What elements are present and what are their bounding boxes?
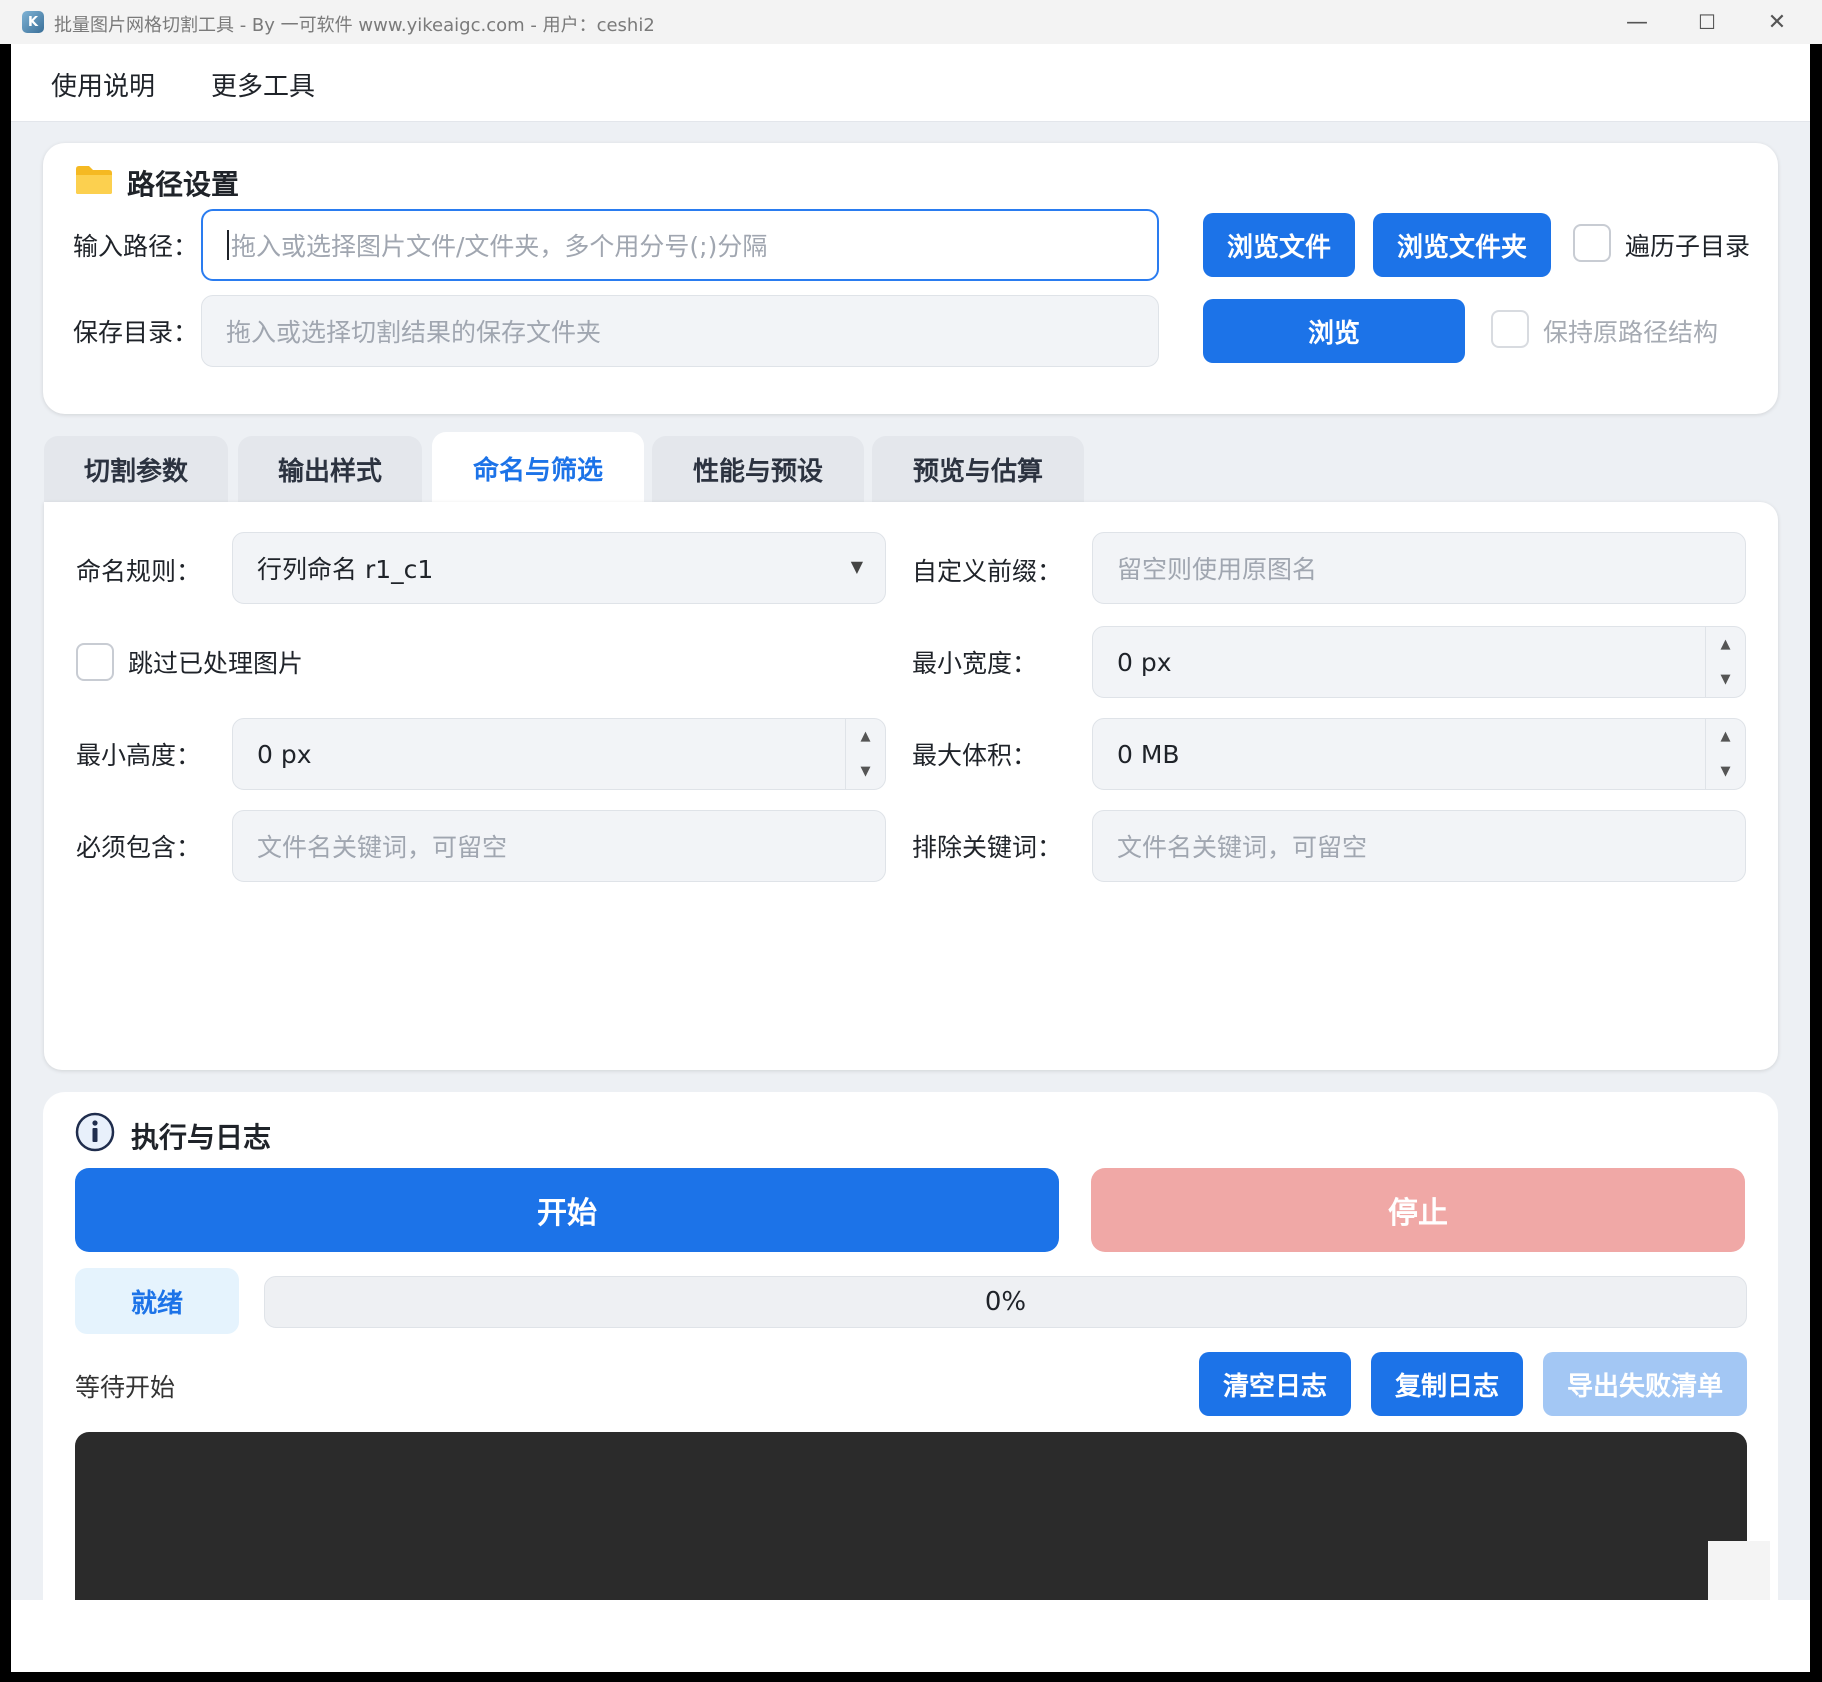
min-width-label: 最小宽度： bbox=[912, 649, 1038, 678]
folder-icon bbox=[76, 166, 112, 194]
export-failed-button[interactable]: 导出失败清单 bbox=[1543, 1352, 1747, 1416]
min-height-value: 0 px bbox=[257, 739, 312, 769]
step-down-icon[interactable]: ▼ bbox=[861, 764, 871, 779]
path-settings-card: 路径设置 输入路径： 拖入或选择图片文件/文件夹，多个用分号(;)分隔 浏览文件… bbox=[43, 143, 1778, 414]
step-up-icon[interactable]: ▲ bbox=[1721, 637, 1731, 652]
copy-log-button[interactable]: 复制日志 bbox=[1371, 1352, 1523, 1416]
step-up-icon[interactable]: ▲ bbox=[1721, 729, 1731, 744]
recurse-subdirs-checkbox[interactable] bbox=[1573, 224, 1611, 262]
prefix-field[interactable]: 留空则使用原图名 bbox=[1092, 532, 1746, 604]
info-icon bbox=[75, 1112, 115, 1152]
naming-rule-select[interactable]: 行列命名 r1_c1 ▼ bbox=[232, 532, 886, 604]
include-field[interactable]: 文件名关键词，可留空 bbox=[232, 810, 886, 882]
include-label: 必须包含： bbox=[76, 833, 202, 862]
naming-filter-panel: 命名规则： 行列命名 r1_c1 ▼ 自定义前缀： 留空则使用原图名 跳过已处理… bbox=[44, 502, 1778, 1070]
min-height-stepper[interactable]: ▲ ▼ bbox=[845, 719, 885, 789]
close-button[interactable]: ✕ bbox=[1742, 0, 1812, 44]
tab-preview-estimate[interactable]: 预览与估算 bbox=[872, 436, 1084, 502]
exclude-placeholder: 文件名关键词，可留空 bbox=[1117, 833, 1368, 862]
stop-button[interactable]: 停止 bbox=[1091, 1168, 1745, 1252]
skip-processed-checkbox[interactable] bbox=[76, 643, 114, 681]
log-status-text: 等待开始 bbox=[75, 1373, 176, 1402]
exclude-label: 排除关键词： bbox=[912, 833, 1063, 862]
prefix-placeholder: 留空则使用原图名 bbox=[1117, 555, 1318, 584]
title-bar: K 批量图片网格切割工具 - By 一可软件 www.yikeaigc.com … bbox=[0, 0, 1822, 44]
tab-cut-params[interactable]: 切割参数 bbox=[44, 436, 228, 502]
max-size-value: 0 MB bbox=[1117, 739, 1180, 769]
naming-rule-label: 命名规则： bbox=[76, 557, 202, 586]
save-dir-label: 保存目录： bbox=[73, 318, 199, 347]
browse-folder-button[interactable]: 浏览文件夹 bbox=[1373, 213, 1551, 277]
tab-naming-filter[interactable]: 命名与筛选 bbox=[432, 432, 644, 504]
max-size-stepper[interactable]: ▲ ▼ bbox=[1705, 719, 1745, 789]
step-down-icon[interactable]: ▼ bbox=[1721, 764, 1731, 779]
step-down-icon[interactable]: ▼ bbox=[1721, 672, 1731, 687]
input-path-field[interactable]: 拖入或选择图片文件/文件夹，多个用分号(;)分隔 bbox=[201, 209, 1159, 281]
clear-log-button[interactable]: 清空日志 bbox=[1199, 1352, 1351, 1416]
keep-structure-label: 保持原路径结构 bbox=[1543, 318, 1719, 347]
include-placeholder: 文件名关键词，可留空 bbox=[257, 833, 508, 862]
step-up-icon[interactable]: ▲ bbox=[861, 729, 871, 744]
menu-bar: 使用说明 更多工具 bbox=[11, 44, 1810, 122]
window-title: 批量图片网格切割工具 - By 一可软件 www.yikeaigc.com - … bbox=[54, 15, 655, 36]
browse-file-button[interactable]: 浏览文件 bbox=[1203, 213, 1355, 277]
min-height-spinbox[interactable]: 0 px ▲ ▼ bbox=[232, 718, 886, 790]
log-console[interactable] bbox=[75, 1432, 1747, 1600]
max-size-spinbox[interactable]: 0 MB ▲ ▼ bbox=[1092, 718, 1746, 790]
progress-bar: 0% bbox=[264, 1276, 1747, 1328]
start-button[interactable]: 开始 bbox=[75, 1168, 1059, 1252]
input-path-label: 输入路径： bbox=[73, 232, 199, 261]
min-width-value: 0 px bbox=[1117, 647, 1172, 677]
skip-processed-label: 跳过已处理图片 bbox=[128, 649, 304, 678]
status-badge: 就绪 bbox=[75, 1268, 239, 1334]
prefix-label: 自定义前缀： bbox=[912, 557, 1063, 586]
menu-more-tools[interactable]: 更多工具 bbox=[211, 66, 315, 103]
save-dir-field[interactable]: 拖入或选择切割结果的保存文件夹 bbox=[201, 295, 1159, 367]
keep-structure-checkbox[interactable] bbox=[1491, 310, 1529, 348]
text-cursor bbox=[227, 230, 229, 260]
execution-title: 执行与日志 bbox=[131, 1121, 272, 1154]
naming-rule-value: 行列命名 r1_c1 bbox=[257, 555, 434, 584]
chevron-down-icon: ▼ bbox=[850, 557, 863, 576]
minimize-button[interactable]: — bbox=[1602, 0, 1672, 44]
app-icon: K bbox=[22, 11, 44, 33]
maximize-button[interactable]: ☐ bbox=[1672, 0, 1742, 44]
progress-text: 0% bbox=[984, 1287, 1027, 1317]
min-width-stepper[interactable]: ▲ ▼ bbox=[1705, 627, 1745, 697]
min-width-spinbox[interactable]: 0 px ▲ ▼ bbox=[1092, 626, 1746, 698]
tab-output-style[interactable]: 输出样式 bbox=[238, 436, 422, 502]
browse-save-button[interactable]: 浏览 bbox=[1203, 299, 1465, 363]
bottom-strip bbox=[11, 1600, 1810, 1672]
tab-performance-presets[interactable]: 性能与预设 bbox=[652, 436, 864, 502]
app-window: K 批量图片网格切割工具 - By 一可软件 www.yikeaigc.com … bbox=[0, 0, 1822, 1682]
input-path-placeholder: 拖入或选择图片文件/文件夹，多个用分号(;)分隔 bbox=[231, 232, 768, 261]
path-settings-title: 路径设置 bbox=[127, 168, 240, 201]
menu-help[interactable]: 使用说明 bbox=[51, 66, 155, 103]
recurse-subdirs-label: 遍历子目录 bbox=[1625, 232, 1751, 261]
scroll-corner bbox=[1708, 1541, 1770, 1601]
max-size-label: 最大体积： bbox=[912, 741, 1038, 770]
exclude-field[interactable]: 文件名关键词，可留空 bbox=[1092, 810, 1746, 882]
save-dir-placeholder: 拖入或选择切割结果的保存文件夹 bbox=[226, 318, 602, 347]
min-height-label: 最小高度： bbox=[76, 741, 202, 770]
